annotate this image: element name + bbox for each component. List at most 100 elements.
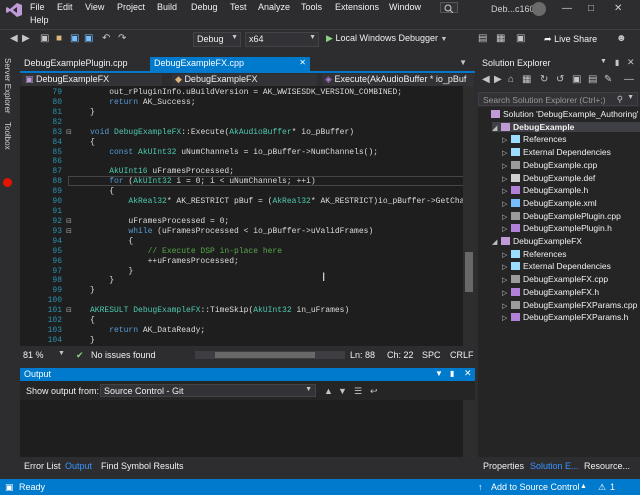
scrollbar-thumb[interactable] bbox=[215, 352, 315, 358]
live-share-button[interactable]: ➦ Live Share bbox=[544, 34, 597, 45]
show-all-files-icon[interactable]: ▤ bbox=[588, 74, 597, 86]
tree-item[interactable]: ▷ DebugExampleFX.cpp bbox=[502, 274, 640, 284]
line-number-gutter[interactable]: 79 80 81 82 83 84 85 86 87 88 89 90 91 92 93 94 95 96 97 98… bbox=[20, 86, 68, 346]
column-indicator[interactable]: Ch: 22 bbox=[387, 350, 414, 360]
toolbar-icon-2[interactable]: ▣ bbox=[516, 33, 525, 45]
tree-item[interactable]: ▷ External Dependencies bbox=[502, 147, 640, 157]
line-ending-indicator[interactable]: CRLF bbox=[450, 350, 474, 360]
output-toolbar-icon[interactable]: ▲ bbox=[324, 385, 333, 397]
menu-test[interactable]: Test bbox=[230, 2, 247, 12]
collapse-icon[interactable]: ⊟ bbox=[66, 217, 72, 225]
line-indicator[interactable]: Ln: 88 bbox=[350, 350, 375, 360]
menu-build[interactable]: Build bbox=[157, 2, 177, 12]
tree-item[interactable]: ▷ External Dependencies bbox=[502, 261, 640, 271]
tree-item[interactable]: ▷ DebugExamplePlugin.cpp bbox=[502, 211, 640, 221]
maximize-icon[interactable]: □ bbox=[588, 3, 594, 14]
chevron-right-icon[interactable]: ▷ bbox=[502, 136, 511, 144]
chevron-right-icon[interactable]: ▷ bbox=[502, 289, 511, 297]
tab-find-symbol-results[interactable]: Find Symbol Results bbox=[101, 461, 184, 471]
chevron-right-icon[interactable]: ▷ bbox=[502, 225, 511, 233]
tree-item[interactable]: ▷ DebugExampleFXParams.h bbox=[502, 312, 640, 322]
vertical-scrollbar[interactable] bbox=[463, 86, 475, 346]
tree-item[interactable]: ▷ DebugExampleFX.h bbox=[502, 287, 640, 297]
tab-output[interactable]: Output bbox=[65, 461, 92, 471]
tree-item[interactable]: ◢ DebugExampleFX bbox=[492, 236, 640, 246]
refresh-icon[interactable]: ↺ bbox=[556, 74, 564, 86]
notification-count[interactable]: 1 bbox=[610, 482, 615, 492]
pin-icon[interactable]: ▮ bbox=[615, 58, 619, 67]
collapse-all-icon[interactable]: ▣ bbox=[572, 74, 581, 86]
back-icon[interactable]: ◀ bbox=[482, 74, 490, 86]
menu-edit[interactable]: Edit bbox=[57, 2, 73, 12]
tree-item[interactable]: ▷ DebugExample.xml bbox=[502, 198, 640, 208]
notification-bell-icon[interactable]: ⚠ bbox=[598, 482, 606, 493]
tree-item[interactable]: ▷ DebugExamplePlugin.h bbox=[502, 223, 640, 233]
server-explorer-tab[interactable]: Server Explorer bbox=[3, 58, 12, 114]
toolbar-icon[interactable]: ▦ bbox=[496, 33, 505, 45]
chevron-down-icon[interactable]: ▼ bbox=[58, 350, 65, 357]
tab-error-list[interactable]: Error List bbox=[24, 461, 61, 471]
scope-nav-select[interactable]: ◆ DebugExampleFX bbox=[172, 74, 317, 86]
toolbox-tab[interactable]: Toolbox bbox=[3, 122, 12, 150]
chevron-right-icon[interactable]: ▷ bbox=[502, 175, 511, 183]
tab-solution-explorer[interactable]: Solution E... bbox=[530, 461, 579, 471]
properties-icon[interactable]: ✎ bbox=[604, 74, 612, 86]
chevron-right-icon[interactable]: ▷ bbox=[502, 314, 511, 322]
redo-icon[interactable]: ↷ bbox=[118, 33, 126, 45]
switch-views-icon[interactable]: ▦ bbox=[522, 74, 531, 86]
new-project-icon[interactable]: ▣ bbox=[40, 33, 49, 45]
menu-help[interactable]: Help bbox=[30, 15, 49, 25]
output-scrollbar[interactable] bbox=[463, 400, 475, 457]
tab-resource-view[interactable]: Resource... bbox=[584, 461, 630, 471]
tree-item[interactable]: ▷ References bbox=[502, 134, 640, 144]
account-icon[interactable] bbox=[532, 2, 546, 16]
close-panel-icon[interactable]: ✕ bbox=[464, 368, 472, 379]
code-editor[interactable]: 79 80 81 82 83 84 85 86 87 88 89 90 91 92 93 94 95 96 97 98… bbox=[20, 86, 475, 346]
tree-item[interactable]: ◢ DebugExample bbox=[492, 121, 640, 132]
tree-item[interactable]: ▷ DebugExample.def bbox=[502, 173, 640, 183]
pin-icon[interactable]: ▮ bbox=[450, 369, 454, 378]
tree-item[interactable]: Solution 'DebugExample_Authoring' bbox=[482, 109, 640, 119]
configuration-select[interactable]: Debug ▼ bbox=[193, 32, 241, 47]
menu-analyze[interactable]: Analyze bbox=[258, 2, 290, 12]
chevron-down-icon[interactable]: ▼ bbox=[435, 369, 443, 378]
menu-debug[interactable]: Debug bbox=[191, 2, 218, 12]
chevron-right-icon[interactable]: ▷ bbox=[502, 276, 511, 284]
add-to-source-control[interactable]: Add to Source Control bbox=[491, 482, 580, 492]
clear-all-icon[interactable]: ☰ bbox=[354, 385, 362, 397]
chevron-right-icon[interactable]: ▷ bbox=[502, 162, 511, 170]
open-folder-icon[interactable]: ■ bbox=[56, 33, 62, 45]
close-tab-icon[interactable]: ✕ bbox=[299, 58, 306, 67]
menu-extensions[interactable]: Extensions bbox=[335, 2, 379, 12]
more-icon[interactable]: — bbox=[624, 74, 634, 86]
output-source-select[interactable]: Source Control - Git ▼ bbox=[100, 384, 316, 397]
tree-item[interactable]: ▷ References bbox=[502, 249, 640, 259]
project-nav-select[interactable]: ▣ DebugExampleFX bbox=[22, 74, 162, 86]
chevron-down-icon[interactable]: ▼ bbox=[600, 58, 607, 65]
chevron-down-icon[interactable]: ◢ bbox=[492, 124, 501, 132]
collapse-icon[interactable]: ⊟ bbox=[66, 128, 72, 136]
word-wrap-icon[interactable]: ↩ bbox=[370, 385, 378, 397]
platform-select[interactable]: x64 ▼ bbox=[245, 32, 319, 47]
collapse-icon[interactable]: ⊟ bbox=[66, 306, 72, 314]
search-box[interactable] bbox=[440, 2, 458, 13]
tool-window-icon[interactable]: ▤ bbox=[478, 33, 487, 45]
sync-icon[interactable]: ↻ bbox=[540, 74, 548, 86]
save-all-icon[interactable]: ▣ bbox=[84, 33, 93, 45]
menu-window[interactable]: Window bbox=[389, 2, 421, 12]
close-window-icon[interactable]: ✕ bbox=[614, 3, 622, 14]
scrollbar-thumb[interactable] bbox=[465, 252, 473, 292]
chevron-right-icon[interactable]: ▷ bbox=[502, 149, 511, 157]
issues-status[interactable]: No issues found bbox=[91, 350, 156, 360]
member-nav-select[interactable]: ◈ Execute(AkAudioBuffer * io_pBuf bbox=[322, 74, 474, 86]
chevron-right-icon[interactable]: ▷ bbox=[502, 200, 511, 208]
output-toolbar-icon-2[interactable]: ▼ bbox=[338, 385, 347, 397]
tab-properties[interactable]: Properties bbox=[483, 461, 524, 471]
breakpoint-icon[interactable] bbox=[3, 178, 12, 187]
whitespace-indicator[interactable]: SPC bbox=[422, 350, 441, 360]
minimize-icon[interactable]: — bbox=[562, 3, 572, 14]
chevron-down-icon[interactable]: ▼ bbox=[627, 94, 634, 101]
chevron-right-icon[interactable]: ▷ bbox=[502, 213, 511, 221]
tab-debugexamplefx-cpp[interactable]: DebugExampleFX.cpp ✕ bbox=[150, 57, 310, 71]
menu-project[interactable]: Project bbox=[117, 2, 145, 12]
